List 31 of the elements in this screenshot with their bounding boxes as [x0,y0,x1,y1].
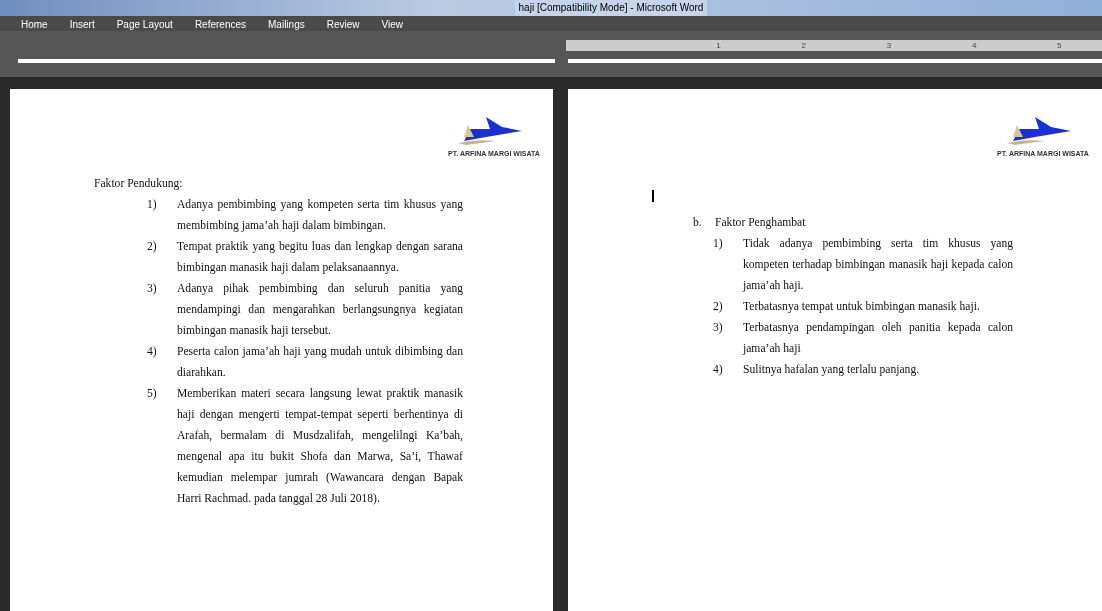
list-number: 1) [147,197,158,213]
list-item-text: Terbatasnya pendampingan oleh panitia kepada calon jama’ah haji [743,320,1013,357]
list-marker: b. [693,215,703,231]
list-item-text: Memberikan materi secara langsung lewat praktik manasik haji dengan mengerti tempat-tempat seperti berhentinya di Arafah, bermalam di Musdzalifah, mengelilngi Ka’bah, mengenal apa itu bukit Shofa dan Marwa, Sa’i, Thawaf kemudian melempar jumrah (Wawancara dengan Bapak Harri Rachmad. pada tanggal 28 Juli 2018). [177,386,463,507]
ribbon-tab[interactable]: View [370,15,414,32]
list-number: 2) [713,299,724,315]
list-number: 3) [147,281,158,297]
list-item-text: Tidak adanya pembimbing serta tim khusus yang kompeten terhadap bimbingan manasik haji kepada calon jama’ah haji. [743,236,1013,294]
list-number: 5) [147,386,158,402]
list-item-text: Peserta calon jama’ah haji yang mudah untuk dibimbing dan diarahkan. [177,344,463,381]
ribbon-tab[interactable]: Review [315,15,371,32]
list-item-text: Tempat praktik yang begitu luas dan lengkap dengan sarana bimbingan manasik haji dalam pelaksanaannya. [177,239,463,276]
window-title: haji [Compatibility Mode] - Microsoft Word [514,0,708,16]
section-heading: Faktor Pendukung: [94,176,183,192]
text-cursor [652,190,654,202]
list-item-text: Adanya pembimbing yang kompeten serta tim khusus yang membimbing jama’ah haji dalam bimbingan. [177,197,463,234]
ribbon-tab[interactable]: Home [10,15,59,32]
ribbon-tab[interactable]: Insert [58,15,106,32]
list-number: 4) [713,362,724,378]
list-number: 1) [713,236,724,252]
list-item-text: Terbatasnya tempat untuk bimbingan manasik haji. [743,299,980,315]
section-heading: Faktor Penghambat [715,215,806,231]
ruler[interactable]: 1 2 3 4 5 [566,40,1102,51]
ribbon-tab[interactable]: References [183,15,257,32]
ribbon-tab[interactable]: Page Layout [105,15,184,32]
list-item-text: Sulitnya hafalan yang terlalu panjang. [743,362,920,378]
list-item-text: Adanya pihak pembimbing dan seluruh panitia yang mendampingi dan mengarahkan berlangsungnya kegiatan bimbingan manasik haji tersebut. [177,281,463,339]
list-number: 2) [147,239,158,255]
list-number: 4) [147,344,158,360]
ribbon-tab[interactable]: Mailings [257,15,316,32]
list-number: 3) [713,320,724,336]
